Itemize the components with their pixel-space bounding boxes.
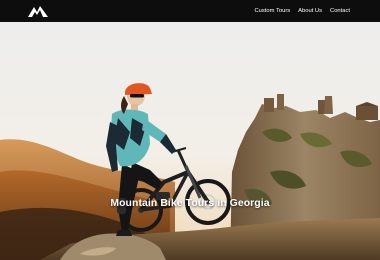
- hero-title: Mountain Bike Tours in Georgia: [110, 197, 270, 209]
- hero-photo-cyclist-mountains: [0, 22, 380, 260]
- top-navbar: Custom Tours About Us Contact: [0, 0, 380, 22]
- nav-link-custom-tours[interactable]: Custom Tours: [255, 8, 291, 14]
- nav-link-contact[interactable]: Contact: [330, 8, 350, 14]
- nav-link-about-us[interactable]: About Us: [298, 8, 322, 14]
- hero-banner: Mountain Bike Tours in Georgia: [0, 22, 380, 260]
- mountain-logo[interactable]: [27, 4, 49, 18]
- tour-landing-page: Custom Tours About Us Contact Mountain B…: [0, 0, 380, 260]
- main-nav: Custom Tours About Us Contact: [255, 8, 351, 14]
